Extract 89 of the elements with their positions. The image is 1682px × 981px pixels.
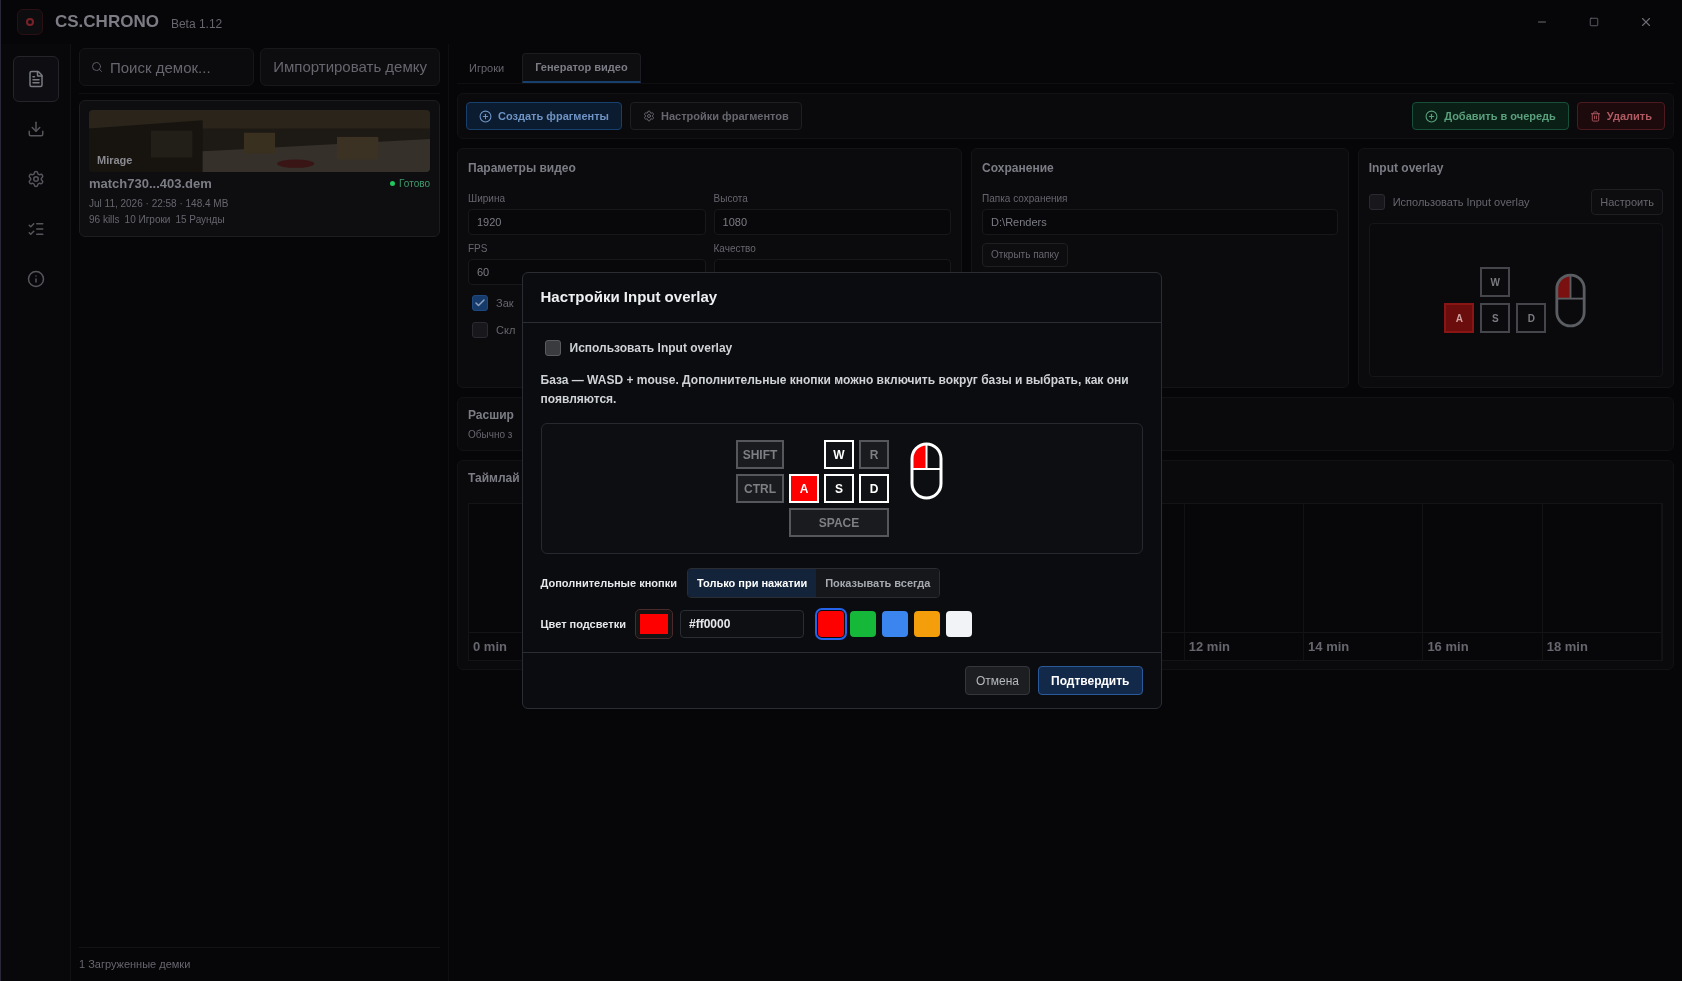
highlight-color-label: Цвет подсветки (540, 616, 626, 632)
card-title: Таймлай (468, 470, 521, 487)
demo-stat: 15 Раунды (175, 212, 225, 227)
card-title: Сохранение (982, 160, 1055, 177)
import-button[interactable]: Импортировать демку (260, 48, 440, 86)
map-label: Mirage (97, 152, 133, 168)
search-icon (91, 61, 103, 73)
plus-icon (479, 109, 492, 123)
checkbox[interactable] (472, 295, 488, 312)
field-label: Ширина (468, 192, 506, 206)
open-folder-button[interactable]: Открыть папку (982, 242, 1069, 267)
toolbar-button[interactable]: Удалить (1576, 102, 1665, 130)
toolbar-button[interactable]: Добавить в очередь (1412, 102, 1569, 130)
demo-card[interactable]: Mirage match730...403.dem Готово Jul 11, 2026 · 22:58 · 148.4 MB 96 kills 10 Игроки 15 Раунды (79, 100, 440, 237)
key-cap: R (859, 440, 889, 469)
configure-button[interactable]: Настроить (1591, 189, 1663, 215)
input-field[interactable]: 1920 (468, 209, 706, 235)
demo-meta: Jul 11, 2026 · 22:58 · 148.4 MB (89, 196, 230, 211)
gear-icon (26, 170, 45, 188)
gear-icon (643, 110, 655, 122)
demo-stat: 96 kills (89, 212, 120, 227)
demo-count: 1 Загруженные демки (79, 957, 191, 973)
checkbox[interactable] (544, 340, 561, 356)
checkbox-label: Зак (496, 296, 514, 311)
color-preset[interactable] (882, 611, 908, 637)
key-cap: A (789, 474, 819, 503)
app-title: CS.CHRONO (55, 11, 159, 34)
time-tick: 12 min (1188, 637, 1230, 656)
color-preset[interactable] (946, 611, 972, 637)
toolbar-button[interactable]: Создать фрагменты (466, 102, 622, 130)
checkbox-label: Использовать Input overlay (569, 340, 733, 357)
extra-buttons-label: Дополнительные кнопки (540, 575, 677, 591)
field-label: Качество (713, 242, 757, 256)
key-cap: SPACE (789, 508, 889, 537)
nav-button[interactable] (12, 56, 59, 102)
confirm-button[interactable]: Подтвердить (1038, 666, 1143, 695)
close-icon (1639, 15, 1653, 29)
checkbox-label: Скл (496, 322, 516, 338)
card-title: Расшир (468, 407, 515, 424)
cancel-button[interactable]: Отмена (964, 666, 1031, 695)
key-cap: S (824, 474, 854, 503)
key-cap: W (824, 440, 854, 469)
checkbox[interactable] (1368, 194, 1385, 210)
time-tick: 0 min (473, 637, 507, 656)
demo-filename: match730...403.dem (89, 175, 212, 193)
download-icon (26, 120, 45, 138)
card-hint: Обычно з (468, 428, 514, 442)
time-tick: 16 min (1427, 637, 1469, 656)
color-swatch[interactable] (636, 610, 672, 638)
card-title: Параметры видео (468, 160, 577, 177)
time-tick: 18 min (1546, 637, 1588, 656)
list-icon (26, 220, 45, 238)
segment-option[interactable]: Только при нажатии (687, 569, 817, 597)
checkbox[interactable] (472, 321, 488, 338)
key-cap: W (1480, 267, 1511, 297)
checkbox-label: Использовать Input overlay (1392, 194, 1530, 210)
demo-stat: 10 Игроки (124, 212, 171, 227)
tab[interactable]: Генератор видео (522, 53, 641, 83)
input-field[interactable]: 1080 (713, 209, 952, 235)
toolbar-button[interactable]: Настройки фрагментов (630, 102, 802, 130)
input-field[interactable]: D:\Renders (982, 209, 1338, 235)
key-cap: SHIFT (736, 440, 784, 469)
key-cap: S (1480, 303, 1511, 333)
description: База — WASD + mouse. Дополнительные кнопки можно включить вокруг базы и выбрать, как они появляются. (540, 372, 1130, 408)
card-title: Input overlay (1368, 160, 1445, 177)
tab[interactable]: Игроки (457, 53, 517, 83)
search-field[interactable]: Поиск демок... (79, 48, 255, 86)
time-tick: 14 min (1308, 637, 1350, 656)
field-label: Высота (713, 192, 749, 206)
key-cap: A (1444, 303, 1475, 333)
key-cap: D (1516, 303, 1547, 333)
document-icon (26, 70, 45, 88)
field-label: FPS (468, 242, 489, 256)
dialog-title: Настройки Input overlay (540, 287, 718, 308)
color-preset[interactable] (850, 611, 876, 637)
segment-option[interactable]: Показывать всегда (816, 569, 940, 597)
logo-icon (17, 9, 43, 35)
field-label: Папка сохранения (982, 192, 1069, 206)
trash-icon (1589, 110, 1601, 122)
info-icon (26, 270, 45, 288)
status-label: Готово (399, 177, 430, 192)
version-label: Beta 1.12 (170, 15, 223, 33)
key-cap: CTRL (736, 474, 784, 503)
maximize-icon (1589, 17, 1599, 27)
hex-input[interactable]: #ff0000 (680, 610, 804, 638)
plus-icon (1425, 109, 1439, 123)
color-preset[interactable] (818, 611, 844, 637)
key-cap: D (859, 474, 889, 503)
color-preset[interactable] (914, 611, 940, 637)
